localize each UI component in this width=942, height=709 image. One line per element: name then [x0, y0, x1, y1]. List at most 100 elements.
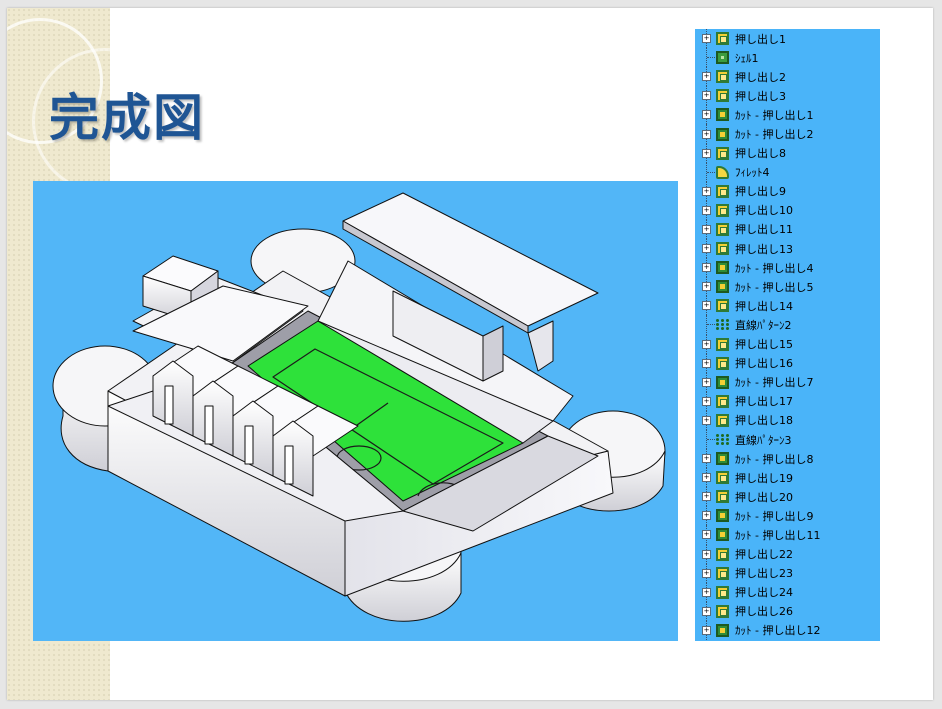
feature-tree-item[interactable]: + 押し出し3	[695, 86, 880, 106]
feature-tree-item-label: ｶｯﾄ - 押し出し12	[735, 624, 821, 638]
feature-tree-item[interactable]: + 押し出し15	[695, 334, 880, 354]
expand-icon[interactable]: +	[702, 587, 711, 597]
linear-pattern-icon	[716, 318, 729, 331]
expand-icon[interactable]: +	[702, 91, 711, 101]
feature-tree-item-label: ｶｯﾄ - 押し出し9	[735, 509, 814, 523]
cut-extrude-icon	[716, 509, 729, 523]
expand-icon[interactable]: +	[702, 244, 711, 254]
feature-tree-item[interactable]: + 押し出し26	[695, 601, 880, 621]
expand-icon[interactable]: +	[702, 454, 711, 464]
feature-tree-item[interactable]: + ｶｯﾄ - 押し出し4	[695, 258, 880, 278]
cut-extrude-icon	[716, 528, 729, 542]
expand-icon[interactable]: +	[702, 282, 711, 292]
feature-tree-item-label: 押し出し13	[735, 242, 793, 256]
expand-icon[interactable]: +	[702, 186, 711, 196]
feature-tree-item[interactable]: + 押し出し20	[695, 487, 880, 507]
cut-extrude-icon	[716, 375, 729, 389]
expand-icon[interactable]: +	[702, 339, 711, 349]
feature-tree-item-label: 直線ﾊﾟﾀｰﾝ3	[735, 433, 792, 447]
extrude-icon	[716, 299, 729, 313]
extrude-icon	[716, 203, 729, 217]
expand-icon[interactable]: +	[702, 205, 711, 215]
extrude-icon	[716, 32, 729, 46]
feature-tree-item-label: 押し出し22	[735, 548, 793, 562]
feature-tree-item-label: 押し出し18	[735, 414, 793, 428]
fillet-icon	[716, 165, 729, 179]
feature-tree-item-label: ｼｪﾙ1	[735, 51, 759, 65]
expand-icon[interactable]: +	[702, 396, 711, 406]
feature-tree-item-label: 押し出し20	[735, 490, 793, 504]
extrude-icon	[716, 356, 729, 370]
expand-icon[interactable]: +	[702, 301, 711, 311]
model-viewport[interactable]	[33, 181, 678, 641]
feature-tree-item[interactable]: + 押し出し18	[695, 410, 880, 430]
expand-icon[interactable]: +	[702, 72, 711, 82]
extrude-icon	[716, 70, 729, 84]
expand-icon[interactable]: +	[702, 415, 711, 425]
feature-tree-item-label: ｶｯﾄ - 押し出し8	[735, 452, 814, 466]
cut-extrude-icon	[716, 623, 729, 637]
feature-tree-item[interactable]: + ｶｯﾄ - 押し出し12	[695, 620, 880, 640]
feature-manager-tree: + 押し出し1 ｼｪﾙ1 + 押し出し2 + 押し出し3 + ｶｯﾄ - 押し出し1 + ｶｯﾄ -…	[695, 29, 880, 641]
expand-icon[interactable]: +	[702, 625, 711, 635]
feature-tree-item[interactable]: + 押し出し11	[695, 219, 880, 240]
slide: 完成図 + 押し出し1 ｼｪﾙ1 + 押し出し2 + 押し出し3 + ｶｯﾄ -…	[7, 8, 933, 700]
feature-tree-item[interactable]: + ｶｯﾄ - 押し出し11	[695, 525, 880, 545]
feature-tree-item-label: ｶｯﾄ - 押し出し1	[735, 108, 814, 122]
feature-tree-item[interactable]: ｼｪﾙ1	[695, 48, 880, 68]
feature-tree-item-label: 押し出し23	[735, 567, 793, 581]
feature-tree-item[interactable]: + 押し出し1	[695, 29, 880, 49]
feature-tree-item[interactable]: + 押し出し16	[695, 353, 880, 373]
feature-tree-item-label: 押し出し26	[735, 605, 793, 619]
feature-tree-item[interactable]: + 押し出し13	[695, 239, 880, 259]
feature-tree-item[interactable]: + 押し出し14	[695, 296, 880, 316]
expand-icon[interactable]: +	[702, 377, 711, 387]
feature-tree-item[interactable]: + 押し出し24	[695, 582, 880, 602]
extrude-icon	[716, 89, 729, 103]
extrude-icon	[716, 566, 729, 580]
stadium-model	[52, 192, 666, 622]
feature-tree-item[interactable]: + 押し出し9	[695, 181, 880, 201]
shell-icon	[716, 51, 729, 65]
feature-tree-item[interactable]: + 押し出し10	[695, 200, 880, 220]
feature-tree-item-label: 押し出し16	[735, 357, 793, 371]
feature-tree-item[interactable]: 直線ﾊﾟﾀｰﾝ3	[695, 429, 880, 450]
expand-icon[interactable]: +	[702, 568, 711, 578]
feature-tree-item[interactable]: + 押し出し19	[695, 468, 880, 488]
feature-tree-item[interactable]: 直線ﾊﾟﾀｰﾝ2	[695, 315, 880, 335]
expand-icon[interactable]: +	[702, 34, 711, 44]
feature-tree-item[interactable]: + 押し出し17	[695, 391, 880, 411]
feature-tree-item[interactable]: + ｶｯﾄ - 押し出し7	[695, 372, 880, 392]
feature-tree-item[interactable]: + ｶｯﾄ - 押し出し8	[695, 449, 880, 469]
expand-icon[interactable]: +	[702, 492, 711, 502]
expand-icon[interactable]: +	[702, 148, 711, 158]
expand-icon[interactable]: +	[702, 511, 711, 521]
feature-tree-item-label: ｶｯﾄ - 押し出し5	[735, 280, 814, 294]
feature-tree-item-label: 押し出し19	[735, 471, 793, 485]
feature-tree-item[interactable]: + ｶｯﾄ - 押し出し9	[695, 506, 880, 526]
feature-tree-item-label: 押し出し3	[735, 89, 786, 103]
expand-icon[interactable]: +	[702, 224, 711, 234]
expand-icon[interactable]: +	[702, 129, 711, 139]
feature-tree-item[interactable]: + 押し出し22	[695, 544, 880, 564]
expand-icon[interactable]: +	[702, 263, 711, 273]
expand-icon[interactable]: +	[702, 473, 711, 483]
feature-tree-item[interactable]: + 押し出し2	[695, 67, 880, 87]
cut-extrude-icon	[716, 261, 729, 275]
extrude-icon	[716, 146, 729, 160]
feature-tree-item[interactable]: ﾌｨﾚｯﾄ4	[695, 162, 880, 182]
expand-icon[interactable]: +	[702, 549, 711, 559]
feature-tree-item[interactable]: + 押し出し23	[695, 563, 880, 583]
feature-tree-item-label: 押し出し9	[735, 185, 786, 199]
expand-icon[interactable]: +	[702, 110, 711, 120]
expand-icon[interactable]: +	[702, 530, 711, 540]
feature-tree-item[interactable]: + 押し出し8	[695, 143, 880, 163]
expand-icon[interactable]: +	[702, 606, 711, 616]
extrude-icon	[716, 394, 729, 408]
feature-tree-item-label: ｶｯﾄ - 押し出し11	[735, 528, 821, 542]
feature-tree-item[interactable]: + ｶｯﾄ - 押し出し2	[695, 124, 880, 144]
expand-icon[interactable]: +	[702, 358, 711, 368]
feature-tree-item-label: 押し出し14	[735, 299, 793, 313]
feature-tree-item[interactable]: + ｶｯﾄ - 押し出し1	[695, 105, 880, 125]
feature-tree-item[interactable]: + ｶｯﾄ - 押し出し5	[695, 277, 880, 297]
